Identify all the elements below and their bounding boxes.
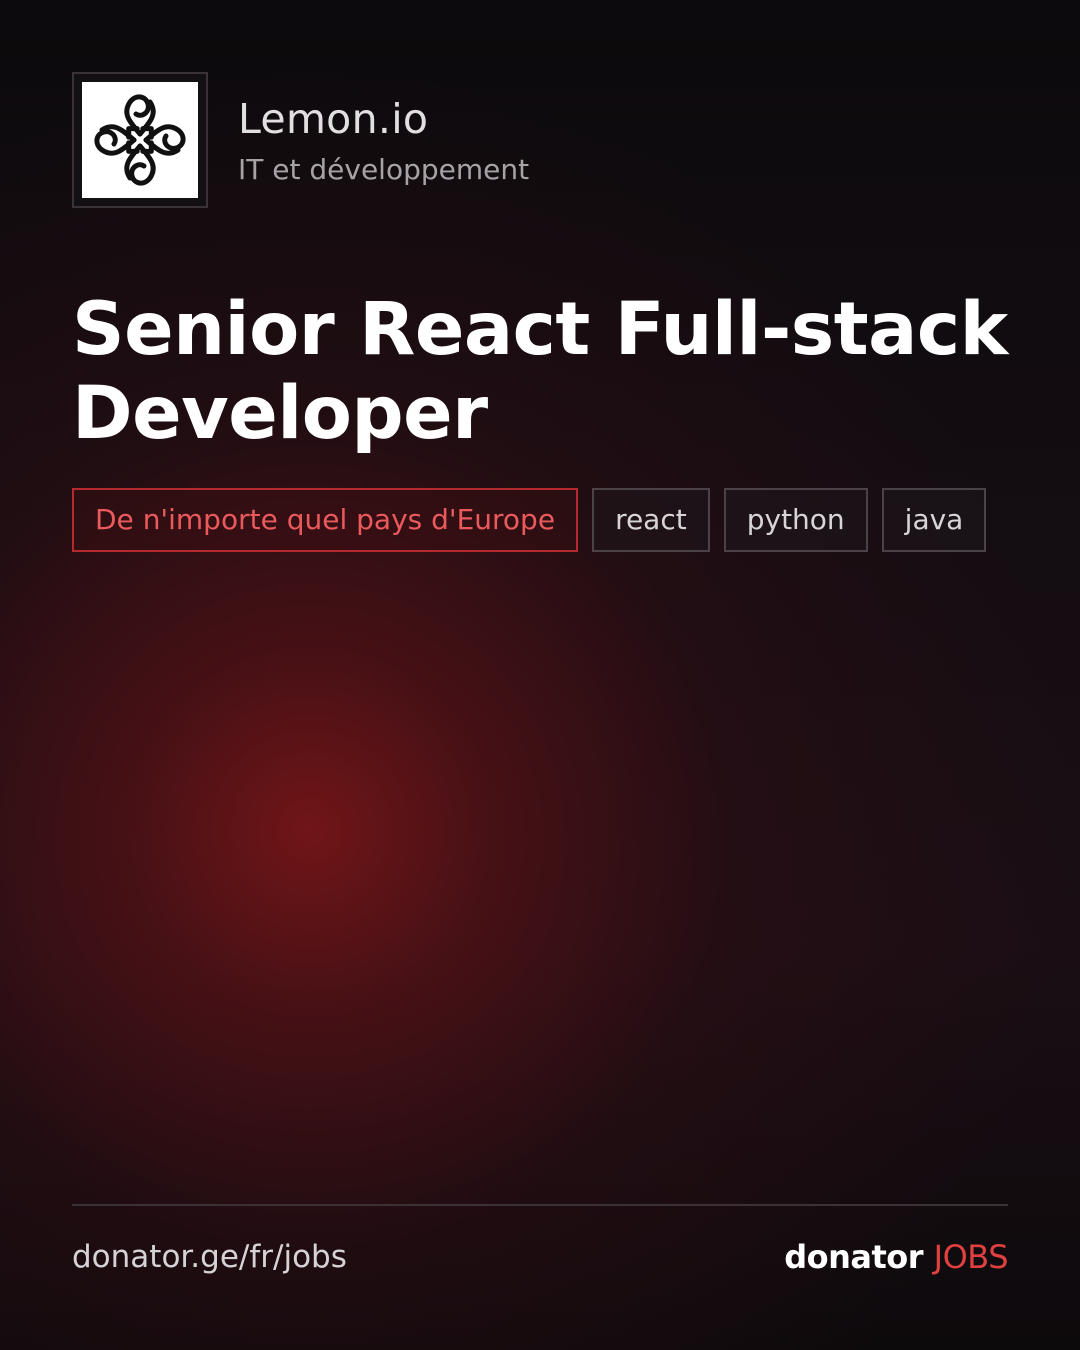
company-header: Lemon.io IT et développement xyxy=(72,72,529,208)
job-title: Senior React Full-stack Developer xyxy=(72,287,1008,456)
tag-list: De n'importe quel pays d'Europe react py… xyxy=(72,488,987,552)
company-name: Lemon.io xyxy=(238,95,429,143)
tag-skill-java: java xyxy=(881,488,987,552)
site-url: donator.ge/fr/jobs xyxy=(72,1239,347,1275)
tag-skill-react: react xyxy=(592,488,710,552)
company-info: Lemon.io IT et développement xyxy=(238,92,529,188)
company-category: IT et développement xyxy=(238,153,530,186)
brand-jobs: JOBS xyxy=(933,1238,1009,1276)
brand-logo: donator JOBS xyxy=(784,1236,1008,1278)
tag-skill-python: python xyxy=(723,488,868,552)
company-logo xyxy=(72,72,208,208)
brand-name: donator xyxy=(784,1238,924,1276)
footer-divider xyxy=(72,1204,1008,1206)
tag-location: De n'importe quel pays d'Europe xyxy=(72,488,579,552)
lemon-io-logo-icon xyxy=(82,82,198,198)
job-card: Lemon.io IT et développement Senior Reac… xyxy=(0,0,1080,1350)
